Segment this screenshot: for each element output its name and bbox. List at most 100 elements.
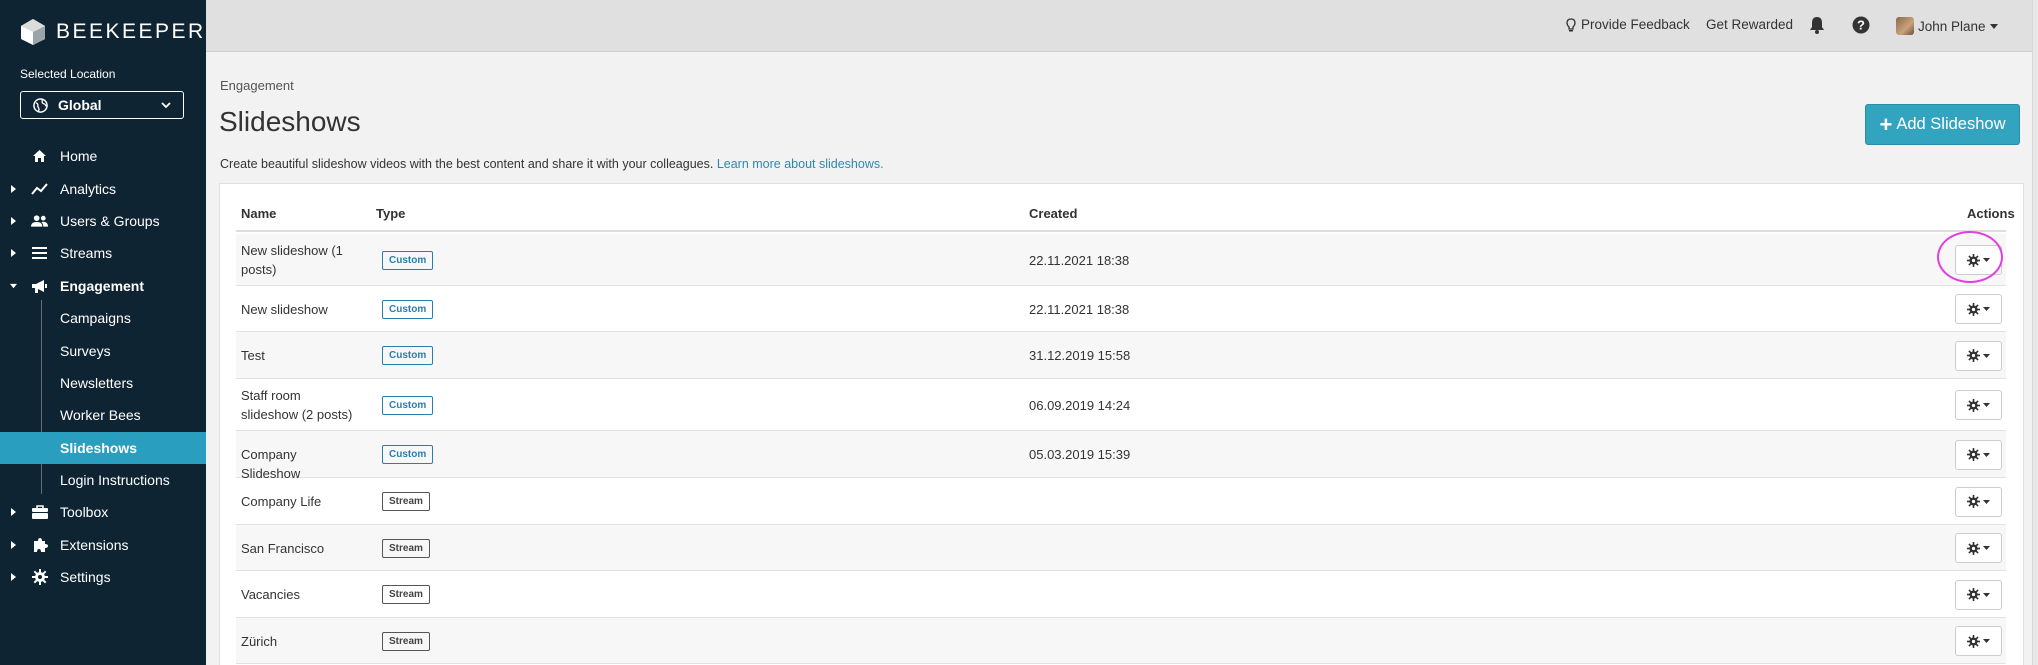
nav-item-streams[interactable]: Streams — [0, 237, 206, 269]
nav-item-users-groups[interactable]: Users & Groups — [0, 205, 206, 237]
brand-logo[interactable]: BEEKEEPER — [20, 18, 206, 46]
nav-item-analytics[interactable]: Analytics — [0, 172, 206, 204]
table-row[interactable]: Company Life Stream — [236, 478, 2006, 525]
brand-name: BEEKEEPER — [56, 20, 206, 43]
page-description: Create beautiful slideshow videos with t… — [220, 157, 884, 171]
slideshow-name[interactable]: New slideshow — [241, 300, 356, 319]
slideshow-name[interactable]: Vacancies — [241, 585, 356, 604]
gear-icon — [1967, 541, 1980, 555]
row-actions-button[interactable] — [1955, 439, 2002, 470]
slideshow-name[interactable]: Staff room slideshow (2 posts) — [241, 386, 356, 424]
row-actions-button[interactable] — [1955, 390, 2002, 420]
bell-icon — [1810, 17, 1824, 34]
learn-more-link[interactable]: Learn more about slideshows. — [717, 157, 884, 171]
nav-label: Settings — [60, 569, 111, 586]
main-nav: Home Analytics Users & Groups Streams En… — [0, 140, 206, 593]
caret-right-icon — [11, 184, 16, 193]
caret-right-icon — [11, 540, 16, 549]
column-header-name[interactable]: Name — [241, 206, 276, 221]
type-badge: Custom — [382, 445, 434, 464]
gear-icon — [1967, 349, 1980, 362]
slideshow-name[interactable]: San Francisco — [241, 539, 356, 558]
table-row[interactable]: Zürich Stream — [236, 618, 2006, 664]
location-value: Global — [58, 97, 102, 113]
caret-down-icon — [1983, 403, 1990, 407]
help-button[interactable]: ? — [1852, 16, 1875, 34]
notifications-button[interactable] — [1809, 16, 1830, 34]
row-actions-button[interactable] — [1955, 486, 2002, 517]
table-row[interactable]: Company Slideshow Custom 05.03.2019 15:39 — [236, 431, 2006, 481]
slideshow-name[interactable]: Zürich — [241, 632, 356, 651]
caret-right-icon — [11, 216, 16, 225]
nav-item-home[interactable]: Home — [0, 140, 206, 172]
nav-item-surveys[interactable]: Surveys — [0, 334, 206, 366]
row-actions-button[interactable] — [1955, 294, 2002, 324]
table-row[interactable]: Vacancies Stream — [236, 571, 2006, 618]
type-badge: Custom — [382, 250, 434, 270]
table-row[interactable]: New slideshow Custom 22.11.2021 18:38 — [236, 286, 2006, 332]
column-header-actions: Actions — [1967, 206, 2015, 221]
get-rewarded-label: Get Rewarded — [1706, 17, 1794, 32]
caret-down-icon — [1983, 353, 1990, 358]
slideshow-name[interactable]: Test — [241, 346, 356, 365]
table-row[interactable]: Staff room slideshow (2 posts) Custom 06.0… — [236, 379, 2006, 431]
table-header: Name Type Created Actions — [236, 184, 2015, 232]
column-header-type[interactable]: Type — [376, 206, 405, 221]
nav-item-toolbox[interactable]: Toolbox — [0, 496, 206, 528]
add-slideshow-button[interactable]: + Add Slideshow — [1865, 104, 2020, 145]
chevron-down-icon — [161, 102, 171, 109]
created-date: 31.12.2019 15:58 — [1029, 348, 1131, 363]
streams-icon — [31, 245, 48, 261]
toolbox-icon — [31, 504, 48, 520]
plus-icon: + — [1879, 111, 1893, 137]
svg-text:?: ? — [1857, 18, 1865, 33]
nav-item-slideshows[interactable]: Slideshows — [0, 431, 206, 464]
nav-label: Newsletters — [60, 374, 134, 391]
table-row[interactable]: San Francisco Stream — [236, 525, 2006, 571]
lightbulb-icon — [1566, 17, 1576, 31]
nav-item-login-instructions[interactable]: Login Instructions — [0, 464, 206, 496]
table-row[interactable]: Test Custom 31.12.2019 15:58 — [236, 332, 2006, 379]
nav-item-campaigns[interactable]: Campaigns — [0, 302, 206, 334]
row-actions-button[interactable] — [1955, 533, 2002, 563]
nav-item-engagement[interactable]: Engagement — [0, 270, 206, 302]
type-badge: Custom — [382, 299, 434, 319]
home-icon — [31, 148, 48, 164]
add-slideshow-label: Add Slideshow — [1896, 115, 2006, 133]
page-title: Slideshows — [219, 106, 361, 137]
type-badge: Stream — [382, 492, 430, 511]
caret-down-icon — [1983, 546, 1990, 550]
nav-item-extensions[interactable]: Extensions — [0, 529, 206, 561]
row-actions-button[interactable] — [1955, 579, 2002, 610]
slideshow-name[interactable]: Company Life — [241, 492, 356, 511]
table-row[interactable]: New slideshow (1 posts) Custom 22.11.2021 … — [236, 234, 2006, 286]
caret-down-icon — [1983, 592, 1990, 597]
nav-label: Campaigns — [60, 310, 131, 327]
get-rewarded-link[interactable]: Get Rewarded — [1706, 17, 1793, 32]
nav-item-settings[interactable]: Settings — [0, 561, 206, 593]
help-icon: ? — [1852, 16, 1870, 34]
nav-label: Home — [60, 148, 98, 165]
scrollbar[interactable] — [2032, 0, 2038, 665]
user-menu[interactable]: John Plane — [1896, 17, 2003, 35]
gear-icon — [1967, 495, 1980, 508]
nav-item-worker-bees[interactable]: Worker Bees — [0, 399, 206, 431]
location-select[interactable]: Global — [20, 91, 184, 119]
row-actions-button[interactable] — [1955, 340, 2002, 371]
type-badge: Custom — [382, 346, 434, 365]
slideshow-name[interactable]: New slideshow (1 posts) — [241, 241, 356, 279]
caret-down-icon — [1983, 452, 1990, 457]
created-date: 05.03.2019 15:39 — [1029, 447, 1131, 462]
caret-right-icon — [11, 573, 16, 582]
type-badge: Stream — [382, 631, 430, 651]
breadcrumb[interactable]: Engagement — [220, 78, 294, 93]
row-actions-button[interactable] — [1955, 626, 2002, 656]
nav-item-newsletters[interactable]: Newsletters — [0, 367, 206, 399]
column-header-created[interactable]: Created — [1029, 206, 1077, 221]
caret-right-icon — [11, 249, 16, 258]
gear-icon — [1967, 634, 1980, 648]
analytics-icon — [31, 181, 48, 197]
provide-feedback-link[interactable]: Provide Feedback — [1566, 17, 1690, 32]
sidebar: BEEKEEPER Selected Location Global Home … — [0, 0, 206, 665]
caret-down-icon — [1983, 499, 1990, 504]
